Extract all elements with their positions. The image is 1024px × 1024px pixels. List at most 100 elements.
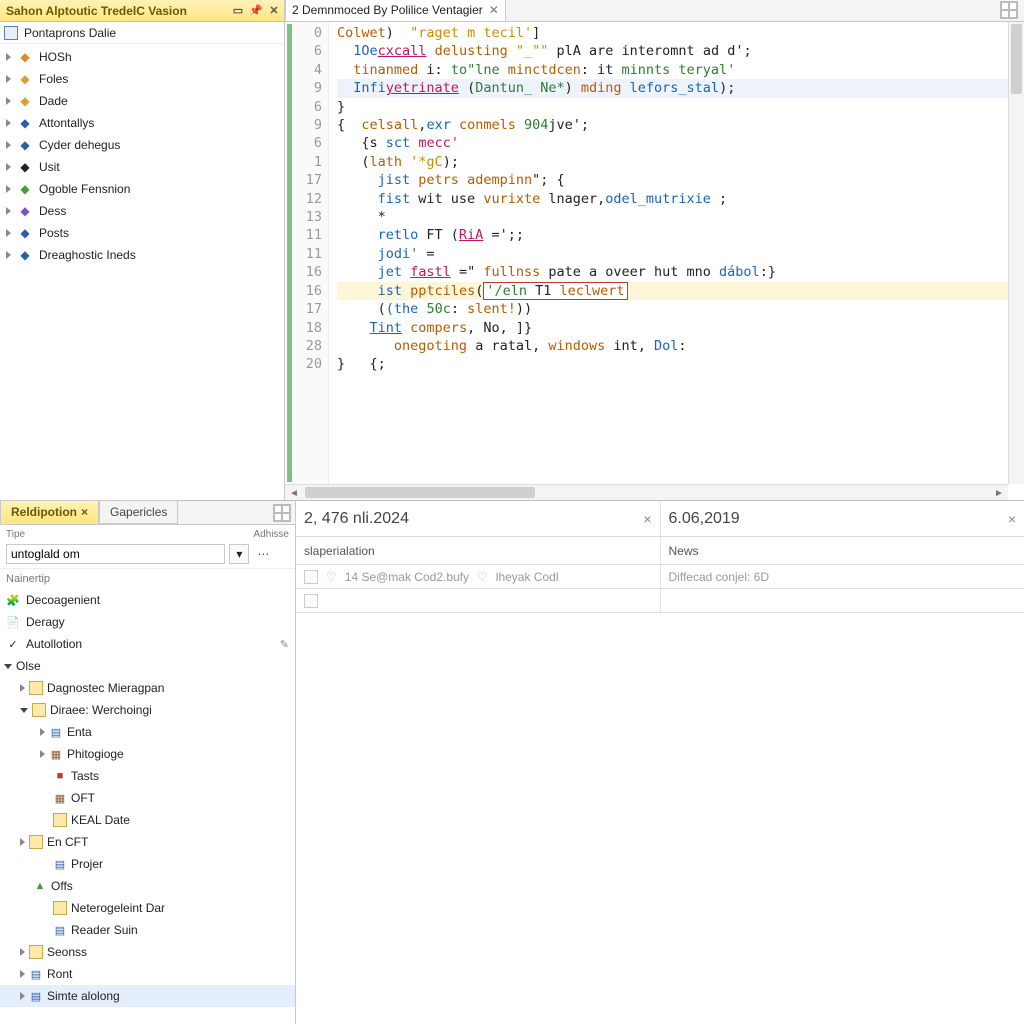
expand-icon[interactable]	[20, 838, 25, 846]
row-icon	[304, 594, 318, 608]
nav-tree-item[interactable]: ▤Ront	[0, 963, 295, 985]
nav-label: En CFT	[47, 835, 88, 849]
project-item[interactable]: ◆ Attontallys	[0, 112, 284, 134]
compare-right-meta: Diffecad conjel: 6D	[661, 565, 1024, 588]
h-thumb[interactable]	[305, 487, 535, 498]
code-area[interactable]: 064969611712131111161617182820 Colwet) "…	[285, 22, 1024, 500]
v-thumb[interactable]	[1011, 24, 1022, 94]
category-item[interactable]: 📄 Deragy	[0, 611, 295, 633]
split-view-icon[interactable]	[1000, 1, 1018, 19]
nav-tree-item[interactable]: En CFT	[0, 831, 295, 853]
nav-tree-item[interactable]: Neterogeleint Dar	[0, 897, 295, 919]
project-item[interactable]: ◆ Foles	[0, 68, 284, 90]
file-tab[interactable]: 2 Demnmoced By Polilice Ventagier ✕	[285, 0, 506, 21]
nav-tree-item[interactable]: KEAL Date	[0, 809, 295, 831]
item-label: Cyder dehegus	[39, 138, 120, 152]
expand-icon[interactable]	[20, 948, 25, 956]
project-item[interactable]: ◆ Dess	[0, 200, 284, 222]
solution-icon	[4, 26, 18, 40]
nav-tree-item[interactable]: Diraee: Werchoingi	[0, 699, 295, 721]
project-item[interactable]: ◆ Usit	[0, 156, 284, 178]
minimize-icon[interactable]: ▭	[230, 3, 246, 19]
nav-tree-item[interactable]: ▤Projer	[0, 853, 295, 875]
expand-icon[interactable]	[6, 53, 11, 61]
item-icon: ◆	[17, 115, 33, 131]
nav-tree-item[interactable]: ▦Phitogioge	[0, 743, 295, 765]
tab-reldipotion[interactable]: Reldipotion ×	[0, 500, 99, 524]
project-item[interactable]: ◆ Dreaghostic Ineds	[0, 244, 284, 266]
item-label: Dreaghostic Ineds	[39, 248, 136, 262]
nav-label: Simte alolong	[47, 989, 120, 1003]
nav-tree-item[interactable]: ▤Enta	[0, 721, 295, 743]
category-item[interactable]: ✓ Autollotion ✎	[0, 633, 295, 655]
expand-icon[interactable]	[6, 141, 11, 149]
nav-tree-item[interactable]: Dagnostec Mieragpan	[0, 677, 295, 699]
compare-right-header[interactable]: 6.06,2019 ×	[661, 501, 1024, 536]
expand-icon[interactable]	[6, 207, 11, 215]
tab-gapericles[interactable]: Gapericles	[99, 500, 178, 524]
nav-tree-item[interactable]: Seonss	[0, 941, 295, 963]
change-bar	[287, 24, 292, 482]
tab-close-icon[interactable]: ×	[81, 505, 88, 519]
folder-icon	[29, 945, 43, 959]
compare-left-subtitle: slaperialation	[296, 537, 661, 564]
category-label: Autollotion	[26, 637, 82, 651]
compare-left-header[interactable]: 2, 476 nli.2024 ×	[296, 501, 661, 536]
vertical-scrollbar[interactable]	[1008, 22, 1024, 484]
project-item[interactable]: ◆ Cyder dehegus	[0, 134, 284, 156]
split-view-icon[interactable]	[273, 504, 291, 522]
edit-icon[interactable]: ✎	[280, 638, 289, 651]
code-text[interactable]: Colwet) "raget m tecil'] 1Oecxcall delus…	[329, 22, 1008, 374]
nav-tree-item[interactable]: ▦OFT	[0, 787, 295, 809]
navigator-tree: OlseDagnostec MieragpanDiraee: Werchoing…	[0, 655, 295, 1024]
project-item[interactable]: ◆ Dade	[0, 90, 284, 112]
nav-tree-item[interactable]: ■Tasts	[0, 765, 295, 787]
close-icon[interactable]: ✕	[266, 3, 282, 19]
close-icon[interactable]: ×	[643, 511, 651, 527]
more-options-icon[interactable]: ⋯	[253, 547, 273, 561]
nav-tree-item[interactable]: ▲Offs	[0, 875, 295, 897]
expand-icon[interactable]	[6, 229, 11, 237]
expand-icon[interactable]	[20, 992, 25, 1000]
item-label: Dade	[39, 94, 68, 108]
solution-explorer-panel: Sahon Alptoutic TredelC Vasion ▭ 📌 ✕ Pon…	[0, 0, 285, 500]
nav-label: Offs	[51, 879, 73, 893]
label-type: Tipe	[6, 529, 225, 540]
category-label: Deragy	[26, 615, 65, 629]
project-item[interactable]: ◆ Posts	[0, 222, 284, 244]
scroll-left-icon[interactable]: ◄	[287, 486, 301, 500]
expand-icon[interactable]	[40, 750, 45, 758]
panel-titlebar[interactable]: Sahon Alptoutic TredelC Vasion ▭ 📌 ✕	[0, 0, 284, 22]
tab-close-icon[interactable]: ✕	[489, 3, 499, 17]
close-icon[interactable]: ×	[1008, 511, 1016, 527]
nav-tree-item[interactable]: Olse	[0, 655, 295, 677]
category-item[interactable]: 🧩 Decoagenient	[0, 589, 295, 611]
expand-icon[interactable]	[6, 119, 11, 127]
pin-icon[interactable]: 📌	[248, 3, 264, 19]
heart-icon[interactable]: ♡	[326, 570, 337, 584]
filter-input[interactable]	[6, 544, 225, 564]
expand-icon[interactable]	[6, 97, 11, 105]
project-item[interactable]: ◆ Ogoble Fensnion	[0, 178, 284, 200]
nav-label: Reader Suin	[71, 923, 138, 937]
collapse-icon[interactable]	[20, 708, 28, 713]
expand-icon[interactable]	[6, 185, 11, 193]
horizontal-scrollbar[interactable]: ◄ ►	[285, 484, 1008, 500]
expand-icon[interactable]	[6, 163, 11, 171]
project-item[interactable]: ◆ HOSh	[0, 46, 284, 68]
compare-left-meta: ♡ 14 Se@mak Cod2.bufy ♡ lheyak Codl	[296, 565, 661, 588]
expand-icon[interactable]	[6, 251, 11, 259]
nav-label: OFT	[71, 791, 95, 805]
expand-icon[interactable]	[20, 970, 25, 978]
expand-icon[interactable]	[20, 684, 25, 692]
expand-icon[interactable]	[6, 75, 11, 83]
heart-icon[interactable]: ♡	[477, 570, 488, 584]
nav-tree-item[interactable]: ▤Reader Suin	[0, 919, 295, 941]
item-icon: ◆	[17, 181, 33, 197]
collapse-icon[interactable]	[4, 664, 12, 669]
nav-tree-item[interactable]: ▤Simte alolong	[0, 985, 295, 1007]
dropdown-toggle-icon[interactable]: ▾	[229, 544, 249, 564]
expand-icon[interactable]	[40, 728, 45, 736]
solution-root[interactable]: Pontaprons Dalie	[0, 22, 284, 44]
scroll-right-icon[interactable]: ►	[992, 486, 1006, 500]
